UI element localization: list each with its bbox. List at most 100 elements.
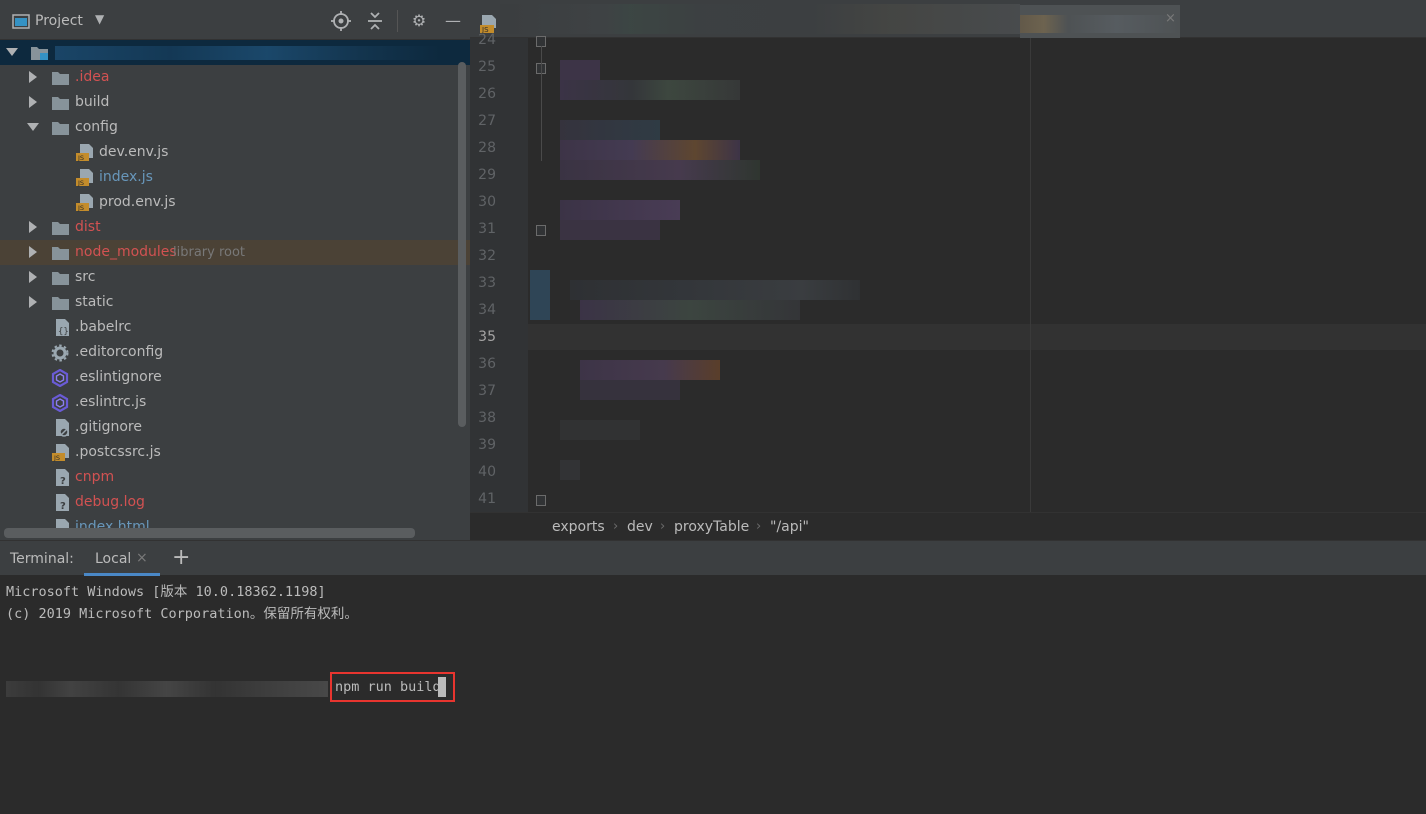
svg-text:JS: JS <box>77 179 84 187</box>
unknown-file-icon: ? <box>56 469 69 487</box>
locate-icon[interactable] <box>330 10 352 32</box>
breadcrumb-item[interactable]: dev <box>627 519 653 535</box>
project-tree: .idea build config JS dev.env.js JS index.js JS… <box>0 65 470 540</box>
tree-item-label: .postcssrc.js <box>75 444 161 460</box>
close-icon[interactable]: × <box>136 550 148 566</box>
line-number: 35 <box>478 329 496 345</box>
tree-item[interactable]: JS prod.env.js <box>0 190 470 215</box>
terminal-tab-bar: Terminal: Local × + <box>0 540 1426 576</box>
tree-item-hint: library root <box>173 245 246 260</box>
editor-tab-bar: JS × <box>470 0 1426 38</box>
svg-text:JS: JS <box>53 454 60 462</box>
line-number: 31 <box>478 221 496 237</box>
tree-item[interactable]: JS .postcssrc.js <box>0 440 470 465</box>
tree-root-row[interactable] <box>0 40 470 65</box>
tree-item-label: src <box>75 269 96 285</box>
line-number: 27 <box>478 113 496 129</box>
project-panel-header: Project ▼ ⚙ — <box>0 0 470 40</box>
expand-arrow-icon[interactable] <box>27 123 39 131</box>
folder-icon <box>52 72 69 85</box>
tree-item-label: static <box>75 294 114 310</box>
line-number: 32 <box>478 248 496 264</box>
config-file-icon: {} <box>56 319 69 337</box>
fold-marker-icon[interactable] <box>536 495 546 506</box>
collapse-arrow-icon[interactable] <box>29 246 37 258</box>
redacted-project-name <box>55 46 440 60</box>
redacted-tab-title <box>1020 15 1180 33</box>
active-editor-tab[interactable]: × <box>1020 5 1180 38</box>
tree-item-label: build <box>75 94 110 110</box>
terminal-line: (c) 2019 Microsoft Corporation。保留所有权利。 <box>6 606 358 622</box>
gear-icon[interactable]: ⚙ <box>408 10 430 32</box>
js-file-tab-icon[interactable]: JS <box>480 14 498 34</box>
add-tab-icon[interactable]: + <box>172 545 190 570</box>
js-file-icon: JS <box>76 194 93 212</box>
close-tab-icon[interactable]: × <box>1165 11 1176 26</box>
project-view-icon <box>12 14 30 29</box>
tree-item[interactable]: .eslintrc.js <box>0 390 470 415</box>
collapse-all-icon[interactable] <box>364 10 386 32</box>
tree-item[interactable]: ? debug.log <box>0 490 470 515</box>
tree-item-label: .idea <box>75 69 110 85</box>
collapse-arrow-icon[interactable] <box>29 271 37 283</box>
terminal-title: Terminal: <box>10 551 74 567</box>
line-number: 33 <box>478 275 496 291</box>
fold-marker-icon[interactable] <box>536 225 546 236</box>
unknown-file-icon: ? <box>56 494 69 512</box>
line-number: 39 <box>478 437 496 453</box>
line-number: 41 <box>478 491 496 507</box>
vertical-scrollbar[interactable] <box>458 62 466 427</box>
tree-item-label: .editorconfig <box>75 344 164 360</box>
js-file-icon: JS <box>76 169 93 187</box>
tree-item[interactable]: build <box>0 90 470 115</box>
tree-item-label: cnpm <box>75 469 115 485</box>
tab-local[interactable]: Local × <box>84 541 160 576</box>
code-editor[interactable]: JS × 24 25 26 27 28 29 30 31 32 33 34 35 36 37 38 39 40 4… <box>470 0 1426 540</box>
tree-item[interactable]: config <box>0 115 470 140</box>
project-view-title[interactable]: Project <box>35 13 83 29</box>
folder-icon <box>52 297 69 310</box>
tree-item[interactable]: .gitignore <box>0 415 470 440</box>
tree-item[interactable]: .idea <box>0 65 470 90</box>
tree-item[interactable]: JS dev.env.js <box>0 140 470 165</box>
expand-arrow-icon[interactable] <box>6 48 18 56</box>
breadcrumb-item[interactable]: exports <box>552 519 605 535</box>
horizontal-scrollbar[interactable] <box>4 528 415 538</box>
terminal-command[interactable]: npm run build <box>335 679 441 695</box>
line-number: 37 <box>478 383 496 399</box>
collapse-arrow-icon[interactable] <box>29 96 37 108</box>
tree-item[interactable]: {} .babelrc <box>0 315 470 340</box>
text-cursor <box>438 677 446 697</box>
tree-item[interactable]: .editorconfig <box>0 340 470 365</box>
tree-item[interactable]: ? cnpm <box>0 465 470 490</box>
module-folder-icon <box>31 47 48 60</box>
tree-item-label: prod.env.js <box>99 194 176 210</box>
tree-item[interactable]: .eslintignore <box>0 365 470 390</box>
tree-item[interactable]: node_modules library root <box>0 240 470 265</box>
eslint-icon <box>51 394 69 412</box>
collapse-arrow-icon[interactable] <box>29 221 37 233</box>
tree-item[interactable]: static <box>0 290 470 315</box>
ignore-file-icon <box>56 419 69 437</box>
folder-icon <box>52 222 69 235</box>
js-file-icon: JS <box>52 444 69 462</box>
chevron-down-icon[interactable]: ▼ <box>95 12 104 26</box>
svg-text:JS: JS <box>77 154 84 162</box>
tree-item-label: .eslintrc.js <box>75 394 147 410</box>
line-number: 36 <box>478 356 496 372</box>
right-margin-guide <box>1030 38 1031 512</box>
terminal-line: Microsoft Windows [版本 10.0.18362.1198] <box>6 584 326 600</box>
line-number: 38 <box>478 410 496 426</box>
collapse-arrow-icon[interactable] <box>29 296 37 308</box>
tree-item[interactable]: src <box>0 265 470 290</box>
breadcrumb-item[interactable]: proxyTable <box>674 519 749 535</box>
collapse-arrow-icon[interactable] <box>29 71 37 83</box>
line-number-gutter: 24 25 26 27 28 29 30 31 32 33 34 35 36 37 38 39 40 41 <box>470 32 546 512</box>
tree-item[interactable]: JS index.js <box>0 165 470 190</box>
terminal-output[interactable]: Microsoft Windows [版本 10.0.18362.1198] (… <box>0 575 1426 814</box>
breadcrumb-item[interactable]: "/api" <box>770 519 809 535</box>
tree-item-label: config <box>75 119 118 135</box>
tree-item-label: node_modules <box>75 244 177 260</box>
tree-item[interactable]: dist <box>0 215 470 240</box>
minimize-icon[interactable]: — <box>442 10 464 32</box>
